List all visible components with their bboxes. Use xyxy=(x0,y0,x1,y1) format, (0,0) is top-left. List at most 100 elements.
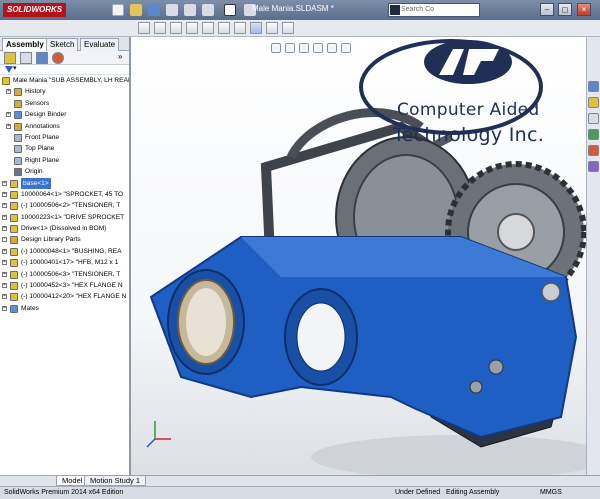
expand-icon[interactable]: + xyxy=(6,123,11,129)
tree-item-label: Front Plane xyxy=(25,133,60,141)
plane-icon xyxy=(14,145,22,154)
tree-item[interactable]: + (-) 10000452<3> "HEX FLANGE N xyxy=(0,280,129,291)
tree-item[interactable]: +10000223<1> "DRIVE SPROCKET xyxy=(0,212,129,223)
expand-icon[interactable]: + xyxy=(2,203,7,209)
expand-icon[interactable]: + xyxy=(2,271,7,277)
bottom-tab-strip: Model Motion Study 1 xyxy=(0,475,600,486)
undo-icon[interactable] xyxy=(184,4,196,16)
custom-properties-icon[interactable] xyxy=(588,161,599,172)
brand-name-line2: Technology Inc. xyxy=(393,124,545,146)
tree-item[interactable]: + (-) 10000048<1> "BUSHING, REA xyxy=(0,246,129,257)
tree-item-label: (-) 10000452<3> "HEX FLANGE N xyxy=(21,282,123,290)
bill-of-materials-icon[interactable] xyxy=(266,22,278,34)
insert-component-icon[interactable] xyxy=(138,22,150,34)
tree-item-label: base<1> xyxy=(21,177,51,189)
feature-tree: Male Mania "SUB ASSEMBLY, LH REAR + Histo… xyxy=(0,75,129,314)
expand-icon[interactable]: + xyxy=(2,226,7,232)
part-icon xyxy=(10,213,18,222)
configuration-manager-icon[interactable] xyxy=(36,52,48,64)
tab-sketch[interactable]: Sketch xyxy=(46,38,79,51)
tree-item[interactable]: +10000064<1> "SPROCKET, 45 TO xyxy=(0,189,129,200)
tree-item[interactable]: + (-) 10000412<20> "HEX FLANGE N xyxy=(0,291,129,302)
collapse-icon[interactable]: - xyxy=(2,237,7,243)
feature-manager-panel: Assembly Sketch Evaluate » ▾ Male Mania … xyxy=(0,37,131,475)
tree-item-label: Drive<1> (Dissolved in BOM) xyxy=(21,225,107,233)
solidworks-logo[interactable]: SOLIDWORKS xyxy=(3,3,67,17)
design-library-icon[interactable] xyxy=(588,97,599,108)
resources-icon[interactable] xyxy=(588,81,599,92)
part-icon xyxy=(10,259,18,268)
maximize-button[interactable]: ◻ xyxy=(558,3,572,16)
editing-mode: Editing Assembly xyxy=(446,489,500,496)
new-motion-study-icon[interactable] xyxy=(250,22,262,34)
tree-item[interactable]: + Design Binder xyxy=(0,109,129,120)
view-palette-icon[interactable] xyxy=(588,129,599,140)
chevron-right-icon[interactable]: » xyxy=(118,52,122,61)
tree-item-label: Right Plane xyxy=(25,156,60,164)
status-bar: SolidWorks Premium 2014 x64 Edition Unde… xyxy=(0,486,600,499)
plane-icon xyxy=(14,156,22,165)
folder-icon xyxy=(14,88,22,97)
unit-system[interactable]: MMGS xyxy=(540,487,562,499)
tree-item[interactable]: Top Plane xyxy=(0,143,129,154)
expand-icon[interactable]: + xyxy=(6,89,11,95)
tree-item[interactable]: + (-) 10000506<3> "TENSIONER, T xyxy=(0,269,129,280)
tree-root[interactable]: Male Mania "SUB ASSEMBLY, LH REAR xyxy=(0,75,129,86)
expand-icon[interactable]: + xyxy=(2,180,7,186)
tab-motion-study-1[interactable]: Motion Study 1 xyxy=(84,476,147,486)
tab-evaluate[interactable]: Evaluate xyxy=(80,38,120,51)
tree-item-label: Design Binder xyxy=(25,111,67,119)
select-arrow-icon[interactable] xyxy=(224,4,236,16)
tree-item[interactable]: + (-) 10000401<17> "HFB, M12 x 1 xyxy=(0,257,129,268)
expand-icon[interactable]: + xyxy=(2,260,7,266)
minimize-button[interactable]: – xyxy=(540,3,554,16)
appearances-icon[interactable] xyxy=(588,145,599,156)
expand-icon[interactable]: + xyxy=(2,191,7,197)
tree-item[interactable]: + Drive<1> (Dissolved in BOM) xyxy=(0,223,129,234)
sprocket-bore xyxy=(497,213,535,251)
filter-dropdown-icon[interactable]: ▾ xyxy=(13,64,17,72)
display-manager-icon[interactable] xyxy=(52,52,64,64)
tree-item[interactable]: + Annotations xyxy=(0,121,129,132)
expand-icon[interactable]: + xyxy=(2,214,7,220)
tree-item-label: (-) 10000506<2> "TENSIONER, T xyxy=(21,202,121,210)
expand-icon[interactable]: + xyxy=(2,283,7,289)
manager-tabs: » xyxy=(0,51,129,65)
linear-pattern-icon[interactable] xyxy=(170,22,182,34)
expand-icon[interactable]: + xyxy=(6,112,11,118)
show-hidden-icon[interactable] xyxy=(202,22,214,34)
redo-icon[interactable] xyxy=(202,4,214,16)
close-button[interactable]: × xyxy=(577,3,591,16)
tree-item[interactable]: + History xyxy=(0,86,129,97)
tree-item[interactable]: + (-) 10000506<2> "TENSIONER, T xyxy=(0,200,129,211)
print-icon[interactable] xyxy=(166,4,178,16)
assembly-features-icon[interactable] xyxy=(218,22,230,34)
feature-manager-icon[interactable] xyxy=(4,52,16,64)
tree-item[interactable]: + Mates xyxy=(0,303,129,314)
mate-icon[interactable] xyxy=(154,22,166,34)
reference-geometry-icon[interactable] xyxy=(234,22,246,34)
hex-nut xyxy=(541,282,561,302)
open-folder-icon[interactable] xyxy=(130,4,142,16)
expand-icon[interactable]: + xyxy=(2,305,7,311)
file-explorer-icon[interactable] xyxy=(588,113,599,124)
expand-icon[interactable]: + xyxy=(2,294,7,300)
tree-item[interactable]: Sensors xyxy=(0,98,129,109)
property-manager-icon[interactable] xyxy=(20,52,32,64)
tree-item[interactable]: Front Plane xyxy=(0,132,129,143)
new-document-icon[interactable] xyxy=(112,4,124,16)
graphics-area[interactable]: Computer Aided Technology Inc. xyxy=(131,37,586,475)
part-icon xyxy=(10,247,18,256)
move-component-icon[interactable] xyxy=(186,22,198,34)
filter-icon[interactable] xyxy=(5,66,13,73)
save-icon[interactable] xyxy=(148,4,160,16)
expand-icon[interactable]: + xyxy=(2,248,7,254)
tree-item[interactable]: + base<1> xyxy=(0,177,129,189)
exploded-view-icon[interactable] xyxy=(282,22,294,34)
tree-item[interactable]: - Design Library Parts xyxy=(0,234,129,245)
part-icon xyxy=(10,190,18,199)
tree-item[interactable]: Right Plane xyxy=(0,155,129,166)
tab-assembly[interactable]: Assembly xyxy=(2,38,48,51)
tree-item[interactable]: Origin xyxy=(0,166,129,177)
search-input[interactable]: Search Co xyxy=(388,3,480,17)
